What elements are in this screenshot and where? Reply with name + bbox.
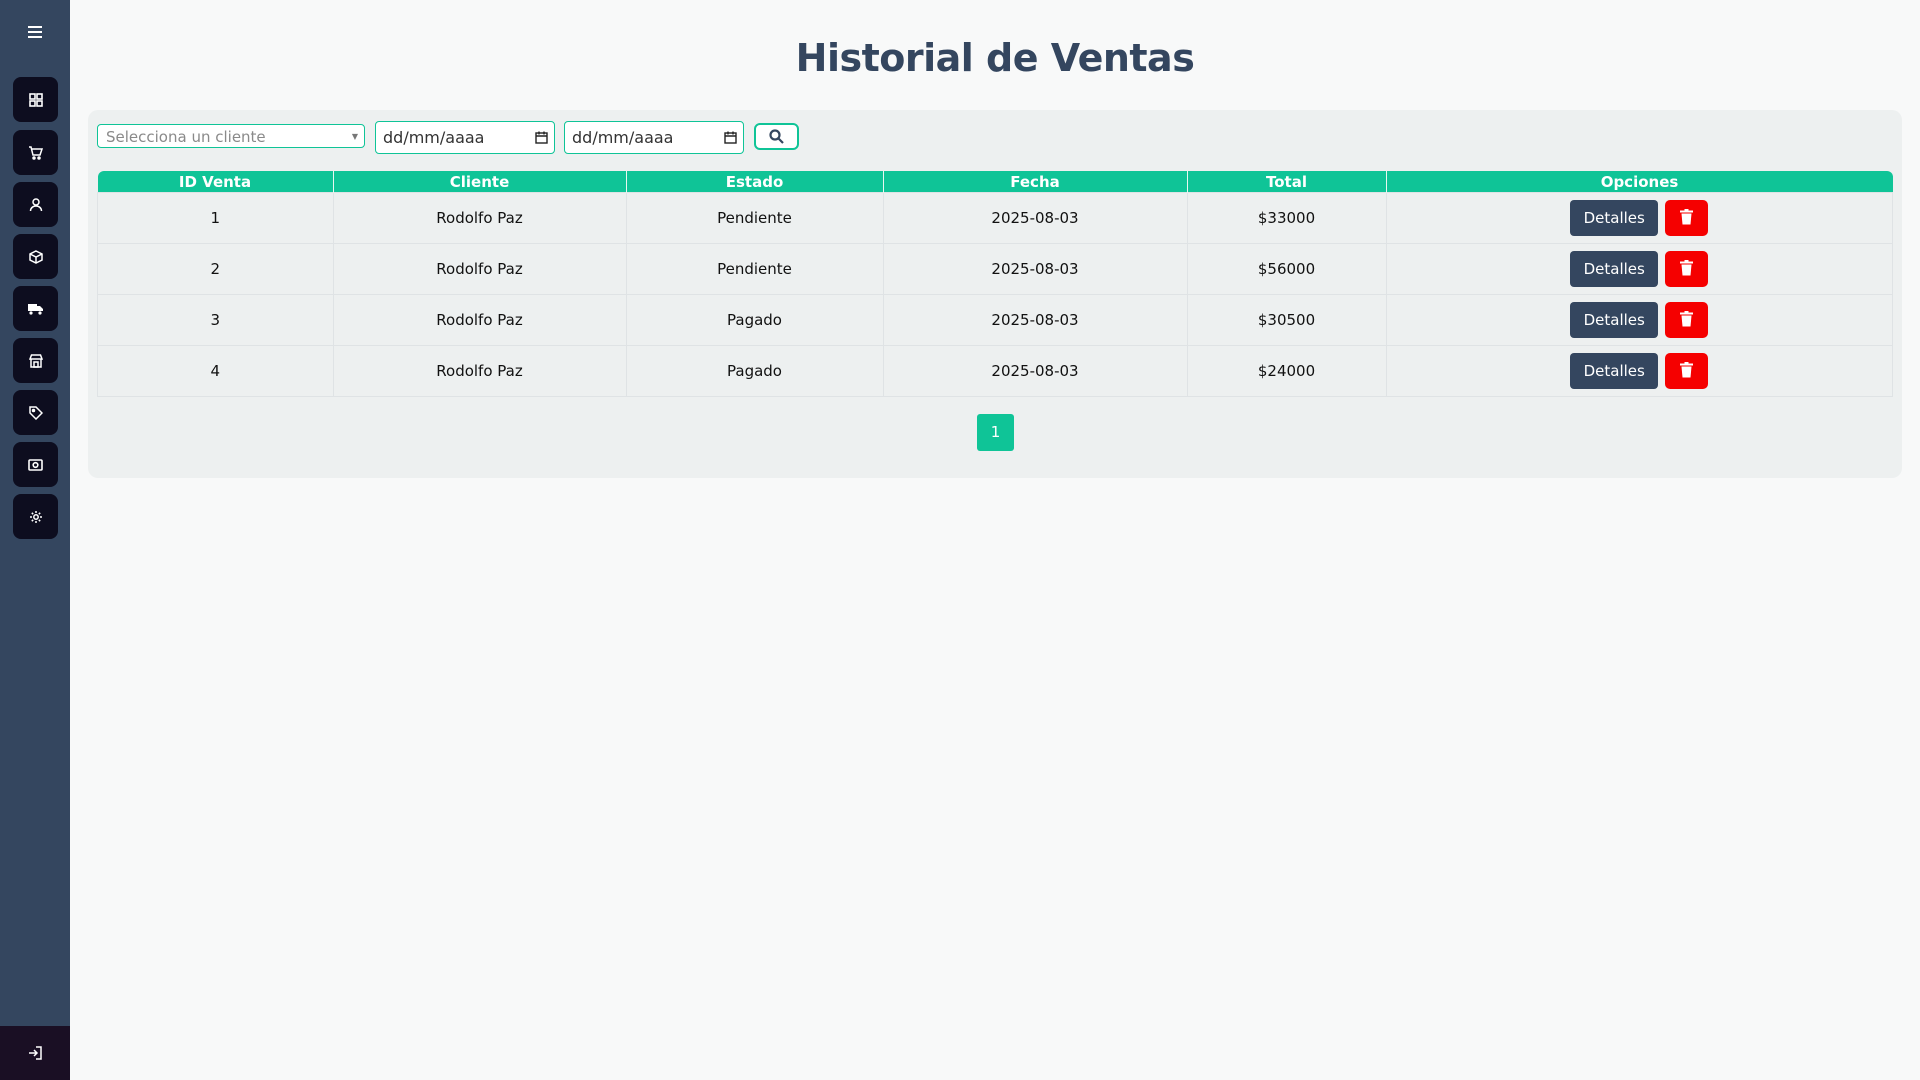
details-button[interactable]: Detalles (1570, 302, 1659, 338)
column-header-id: ID Venta (97, 171, 334, 193)
cell-options: Detalles (1385, 192, 1893, 244)
sidebar-item-dashboard[interactable] (13, 77, 58, 122)
cell-client: Rodolfo Paz (332, 345, 627, 397)
cell-options: Detalles (1385, 243, 1893, 295)
trash-icon (1680, 362, 1694, 378)
sales-table: ID Venta Cliente Estado Fecha Total Opci… (97, 171, 1893, 397)
hamburger-icon[interactable] (22, 22, 48, 42)
trash-icon (1680, 209, 1694, 225)
cell-total: $24000 (1186, 345, 1387, 397)
gear-icon (29, 510, 42, 523)
search-button[interactable] (754, 123, 799, 150)
sidebar-item-sales[interactable] (13, 130, 58, 175)
dashboard-grid-icon (28, 92, 43, 107)
cell-date: 2025-08-03 (882, 243, 1188, 295)
cell-status: Pagado (625, 345, 884, 397)
column-header-client: Cliente (333, 171, 627, 193)
cash-icon (28, 458, 43, 471)
sidebar (0, 0, 70, 1080)
cell-client: Rodolfo Paz (332, 192, 627, 244)
date-to-placeholder: dd/mm/aaaa (572, 128, 674, 147)
date-from-placeholder: dd/mm/aaaa (383, 128, 485, 147)
sidebar-item-store[interactable] (13, 338, 58, 383)
cell-date: 2025-08-03 (882, 192, 1188, 244)
table-header-row: ID Venta Cliente Estado Fecha Total Opci… (97, 171, 1893, 193)
table-row: 3 Rodolfo Paz Pagado 2025-08-03 $30500 D… (97, 294, 1893, 346)
cell-status: Pagado (625, 294, 884, 346)
details-button[interactable]: Detalles (1570, 200, 1659, 236)
cell-options: Detalles (1385, 294, 1893, 346)
logout-button[interactable] (0, 1026, 70, 1080)
tag-icon (28, 405, 43, 420)
cell-total: $30500 (1186, 294, 1387, 346)
client-select[interactable]: Selecciona un cliente ▼ (97, 124, 365, 148)
pagination-page-button[interactable]: 1 (977, 414, 1014, 451)
logout-icon (28, 1046, 42, 1060)
cell-total: $33000 (1186, 192, 1387, 244)
cell-client: Rodolfo Paz (332, 294, 627, 346)
client-select-placeholder: Selecciona un cliente (106, 128, 266, 146)
cell-id: 1 (97, 192, 334, 244)
sidebar-item-cash[interactable] (13, 442, 58, 487)
column-header-status: Estado (626, 171, 884, 193)
sales-panel: Selecciona un cliente ▼ dd/mm/aaaa dd/mm… (88, 110, 1902, 478)
date-to-input[interactable]: dd/mm/aaaa (564, 121, 744, 154)
column-header-total: Total (1187, 171, 1387, 193)
details-button[interactable]: Detalles (1570, 353, 1659, 389)
date-from-input[interactable]: dd/mm/aaaa (375, 121, 555, 154)
column-header-date: Fecha (883, 171, 1188, 193)
page-title: Historial de Ventas (795, 36, 1195, 80)
delete-button[interactable] (1665, 302, 1709, 338)
cell-id: 3 (97, 294, 334, 346)
trash-icon (1680, 260, 1694, 276)
trash-icon (1680, 311, 1694, 327)
calendar-icon (724, 131, 737, 144)
box-icon (28, 249, 43, 264)
truck-icon (28, 303, 43, 315)
cell-total: $56000 (1186, 243, 1387, 295)
search-icon (769, 129, 784, 144)
sidebar-item-settings[interactable] (13, 494, 58, 539)
cell-date: 2025-08-03 (882, 345, 1188, 397)
cart-icon (29, 145, 43, 160)
table-row: 2 Rodolfo Paz Pendiente 2025-08-03 $5600… (97, 243, 1893, 295)
store-icon (28, 353, 43, 368)
calendar-icon (535, 131, 548, 144)
chevron-down-icon: ▼ (351, 132, 358, 141)
delete-button[interactable] (1665, 251, 1709, 287)
sidebar-item-shipping[interactable] (13, 286, 58, 331)
cell-status: Pendiente (625, 243, 884, 295)
sidebar-item-products[interactable] (13, 234, 58, 279)
delete-button[interactable] (1665, 353, 1709, 389)
column-header-options: Opciones (1386, 171, 1893, 193)
cell-id: 2 (97, 243, 334, 295)
sidebar-item-clients[interactable] (13, 182, 58, 227)
cell-date: 2025-08-03 (882, 294, 1188, 346)
details-button[interactable]: Detalles (1570, 251, 1659, 287)
sidebar-item-tags[interactable] (13, 390, 58, 435)
table-row: 4 Rodolfo Paz Pagado 2025-08-03 $24000 D… (97, 345, 1893, 397)
cell-client: Rodolfo Paz (332, 243, 627, 295)
cell-id: 4 (97, 345, 334, 397)
user-icon (29, 197, 42, 211)
table-row: 1 Rodolfo Paz Pendiente 2025-08-03 $3300… (97, 192, 1893, 244)
delete-button[interactable] (1665, 200, 1709, 236)
cell-status: Pendiente (625, 192, 884, 244)
cell-options: Detalles (1385, 345, 1893, 397)
